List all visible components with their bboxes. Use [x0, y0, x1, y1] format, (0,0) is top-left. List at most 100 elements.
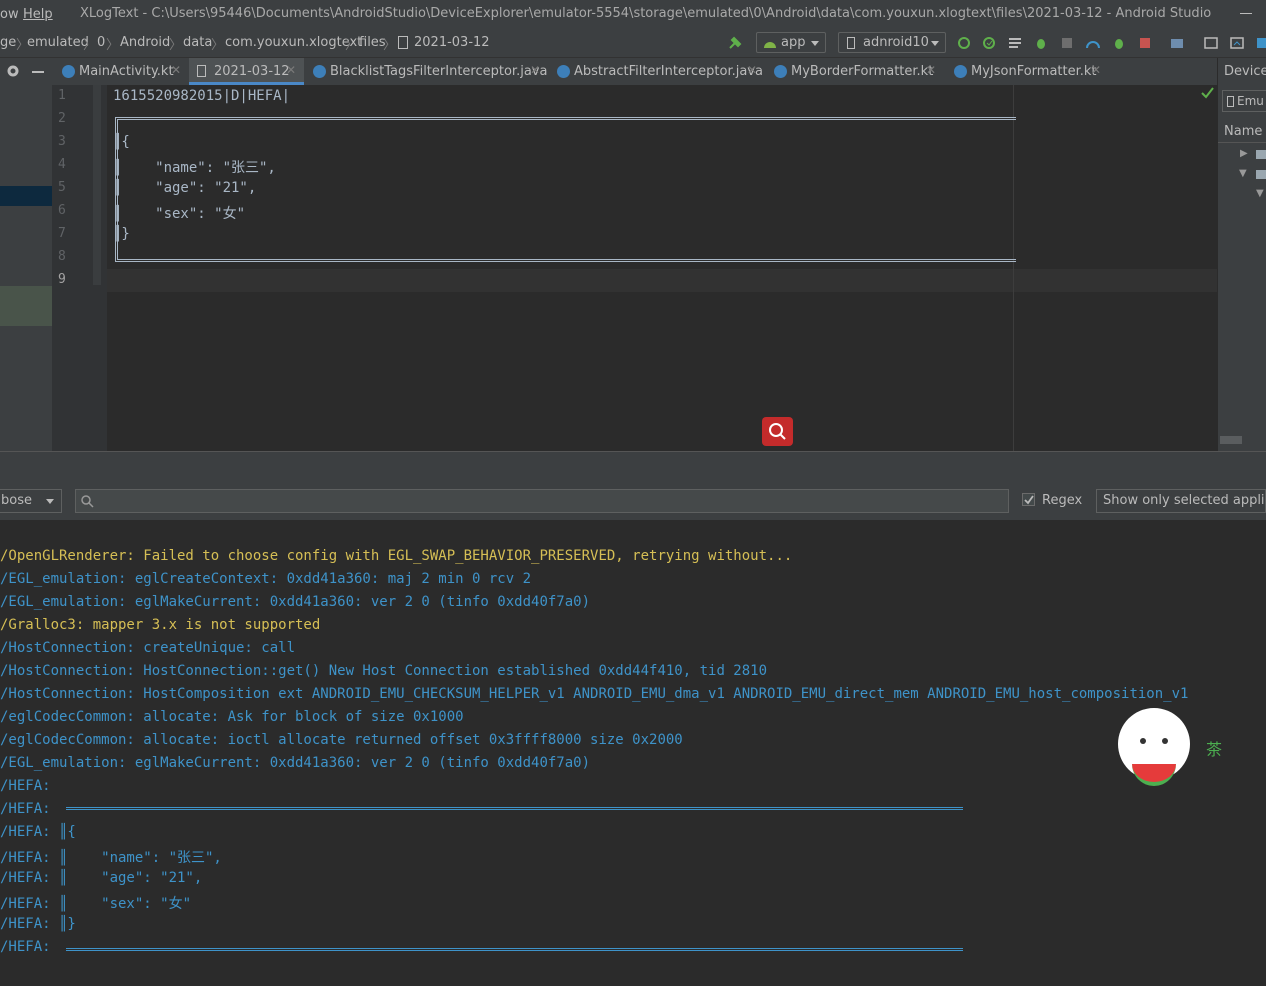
stop-icon[interactable]: [1138, 36, 1152, 50]
breadcrumb-separator-icon: 〉: [211, 38, 225, 53]
log-line: /EGL_emulation: eglMakeCurrent: 0xdd41a3…: [0, 755, 591, 771]
device-file-explorer-panel: Device Emu Name ▶ ▼ ▼: [1217, 58, 1266, 451]
breadcrumb-item[interactable]: Android: [120, 35, 170, 50]
tab-label: BlacklistTagsFilterInterceptor.java: [330, 64, 548, 79]
folder-icon: [1256, 170, 1266, 179]
tab-blacklisttagsfilterinterceptor[interactable]: BlacklistTagsFilterInterceptor.java ✕: [311, 58, 548, 85]
window-title: XLogText - C:\Users\95446\Documents\Andr…: [80, 6, 1212, 21]
line-number: 8: [58, 249, 66, 264]
name-column-header[interactable]: Name: [1218, 120, 1266, 143]
tab-label: MyBorderFormatter.kt: [791, 64, 934, 79]
device-panel-title: Device: [1224, 64, 1266, 79]
close-icon[interactable]: ✕: [926, 63, 936, 77]
build-hammer-icon[interactable]: [728, 36, 742, 50]
run-config-select[interactable]: app: [756, 32, 826, 53]
breadcrumb-item-current[interactable]: 2021-03-12: [414, 35, 490, 50]
editor-line: ║ "sex": "女": [113, 206, 246, 222]
emulator-select[interactable]: Emu: [1222, 90, 1266, 112]
inspection-ok-icon[interactable]: [1201, 87, 1214, 99]
log-line: /HostConnection: HostComposition ext AND…: [0, 686, 1189, 702]
expand-arrow-icon[interactable]: ▶: [1240, 148, 1248, 159]
close-icon[interactable]: ✕: [530, 63, 540, 77]
android-icon: [764, 42, 776, 48]
tab-abstractfilterinterceptor[interactable]: AbstractFilterInterceptor.java ✕: [555, 58, 765, 85]
code-editor[interactable]: 1615520982015|D|HEFA| ║{ ║ "name": "张三",…: [107, 85, 1217, 451]
editor-line: 1615520982015|D|HEFA|: [113, 88, 291, 104]
tab-label: 2021-03-12: [214, 64, 290, 79]
kotlin-file-icon: [774, 65, 787, 78]
line-number: 3: [58, 134, 66, 149]
line-number: 4: [58, 157, 66, 172]
log-level-select[interactable]: bose: [0, 489, 62, 513]
editor-tab-bar: MainActivity.kt ✕ 2021-03-12 ✕ Blacklist…: [0, 58, 1218, 86]
menu-help[interactable]: Help: [23, 7, 53, 22]
regex-label: Regex: [1042, 493, 1083, 508]
editor-gutter: 1 2 3 4 5 6 7 8 9: [52, 85, 108, 451]
breadcrumb-item[interactable]: emulated: [27, 35, 89, 50]
breadcrumb-separator-icon: 〉: [169, 38, 183, 53]
layout-inspector-icon[interactable]: [1230, 36, 1244, 50]
breadcrumb-item[interactable]: data: [183, 35, 212, 50]
profile-icon[interactable]: [1086, 36, 1100, 50]
breadcrumb-separator-icon: 〉: [106, 38, 120, 53]
project-highlighted-row[interactable]: [0, 286, 52, 326]
close-icon[interactable]: ✕: [1091, 63, 1101, 77]
log-line: /eglCodecCommon: allocate: ioctl allocat…: [0, 732, 683, 748]
log-json-border: [66, 807, 963, 951]
tab-myjsonformatter[interactable]: MyJsonFormatter.kt ✕: [952, 58, 1112, 85]
chevron-down-icon: [931, 41, 939, 46]
regex-checkbox[interactable]: [1022, 493, 1035, 506]
debug-icon[interactable]: [1034, 36, 1048, 50]
device-manager-icon[interactable]: [1256, 36, 1266, 50]
run-config-label: app: [781, 35, 806, 50]
tab-label: MyJsonFormatter.kt: [971, 64, 1097, 79]
line-number: 7: [58, 226, 66, 241]
gear-icon[interactable]: [6, 64, 20, 78]
chevron-down-icon: [46, 499, 54, 504]
logcat-search-input[interactable]: [75, 489, 1009, 513]
attach-process-icon[interactable]: [1112, 36, 1126, 50]
attach-debugger-icon[interactable]: [1060, 36, 1074, 50]
tab-myborderformatter[interactable]: MyBorderFormatter.kt ✕: [772, 58, 942, 85]
close-icon[interactable]: ✕: [747, 63, 757, 77]
logcat-output[interactable]: /OpenGLRenderer: Failed to choose config…: [0, 546, 1266, 986]
search-icon: [81, 495, 94, 508]
chevron-down-icon: [811, 41, 819, 46]
kotlin-file-icon: [954, 65, 967, 78]
breadcrumb-separator-icon: 〉: [83, 38, 97, 53]
project-selected-row[interactable]: [0, 186, 52, 206]
horizontal-scrollbar[interactable]: [1220, 436, 1242, 444]
close-icon[interactable]: ✕: [171, 63, 181, 77]
log-line: /eglCodecCommon: allocate: Ask for block…: [0, 709, 464, 725]
minimize-button[interactable]: [1240, 13, 1252, 14]
sdk-manager-icon[interactable]: [1170, 36, 1184, 50]
close-icon[interactable]: ✕: [286, 63, 296, 77]
tab-2021-03-12[interactable]: 2021-03-12 ✕: [189, 58, 304, 85]
menu-window[interactable]: ow: [0, 7, 19, 22]
name-header-label: Name: [1224, 124, 1263, 139]
collapse-arrow-icon[interactable]: ▼: [1239, 168, 1247, 179]
breadcrumb-item[interactable]: files: [359, 35, 386, 50]
avd-manager-icon[interactable]: [1204, 36, 1218, 50]
breadcrumb-item[interactable]: com.youxun.xlogtext: [225, 35, 362, 50]
log-line: /HEFA:: [0, 801, 51, 817]
editor-line: ║ "age": "21",: [113, 180, 257, 196]
breadcrumb-separator-icon: 〉: [345, 38, 359, 53]
folder-icon: [1256, 150, 1266, 159]
log-line: /HostConnection: HostConnection::get() N…: [0, 663, 768, 679]
collapse-arrow-icon[interactable]: ▼: [1256, 188, 1264, 199]
device-select[interactable]: adnroid10: [838, 32, 946, 53]
editor-line: ║ "name": "张三",: [113, 160, 276, 176]
apply-changes-icon[interactable]: [957, 36, 971, 50]
hide-panel-icon[interactable]: [32, 71, 44, 73]
breadcrumb-item[interactable]: ge: [0, 35, 16, 50]
list-icon[interactable]: [1008, 36, 1022, 50]
java-abstract-class-icon: [557, 65, 570, 78]
project-panel: [0, 85, 52, 451]
editor-line: ║}: [113, 226, 130, 242]
app-filter-select[interactable]: Show only selected applicati: [1096, 489, 1266, 513]
tab-mainactivity[interactable]: MainActivity.kt ✕: [60, 58, 185, 85]
breadcrumb-item[interactable]: 0: [97, 35, 105, 50]
apply-code-changes-icon[interactable]: [982, 36, 996, 50]
floating-search-button[interactable]: [762, 417, 793, 446]
